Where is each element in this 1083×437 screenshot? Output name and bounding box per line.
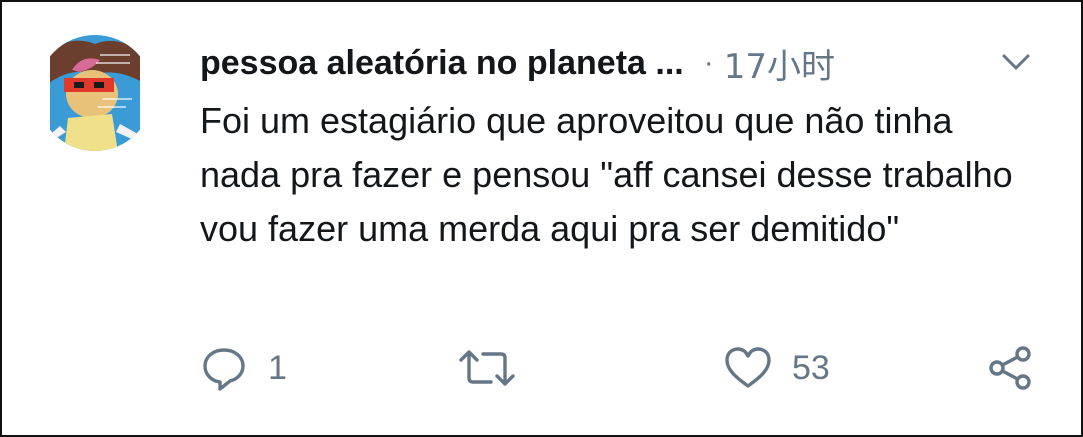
avatar-image [37, 35, 153, 151]
separator-dot: · [703, 46, 714, 79]
tweet-text: Foi um estagiário que aproveitou que não… [200, 100, 1013, 249]
heart-icon [725, 347, 771, 388]
author-name[interactable]: pessoa aleatória no planeta ... [200, 44, 684, 83]
action-bar: 1 53 [2, 338, 1081, 398]
tweet-header: pessoa aleatória no planeta ... · 17小时 [200, 38, 835, 88]
chevron-down-icon[interactable] [1000, 48, 1032, 76]
tweet-card[interactable]: pessoa aleatória no planeta ... · 17小时 F… [0, 0, 1083, 437]
timestamp[interactable]: 17小时 [724, 39, 835, 88]
retweet-icon [459, 350, 515, 386]
share-button[interactable] [987, 344, 1035, 392]
like-button[interactable]: 53 [724, 344, 830, 392]
reply-button[interactable]: 1 [200, 344, 287, 392]
retweet-button[interactable] [457, 344, 537, 392]
reply-icon [203, 348, 245, 391]
share-icon [989, 346, 1031, 390]
reply-count: 1 [268, 348, 287, 387]
like-count: 53 [792, 348, 830, 387]
avatar[interactable] [37, 34, 153, 152]
